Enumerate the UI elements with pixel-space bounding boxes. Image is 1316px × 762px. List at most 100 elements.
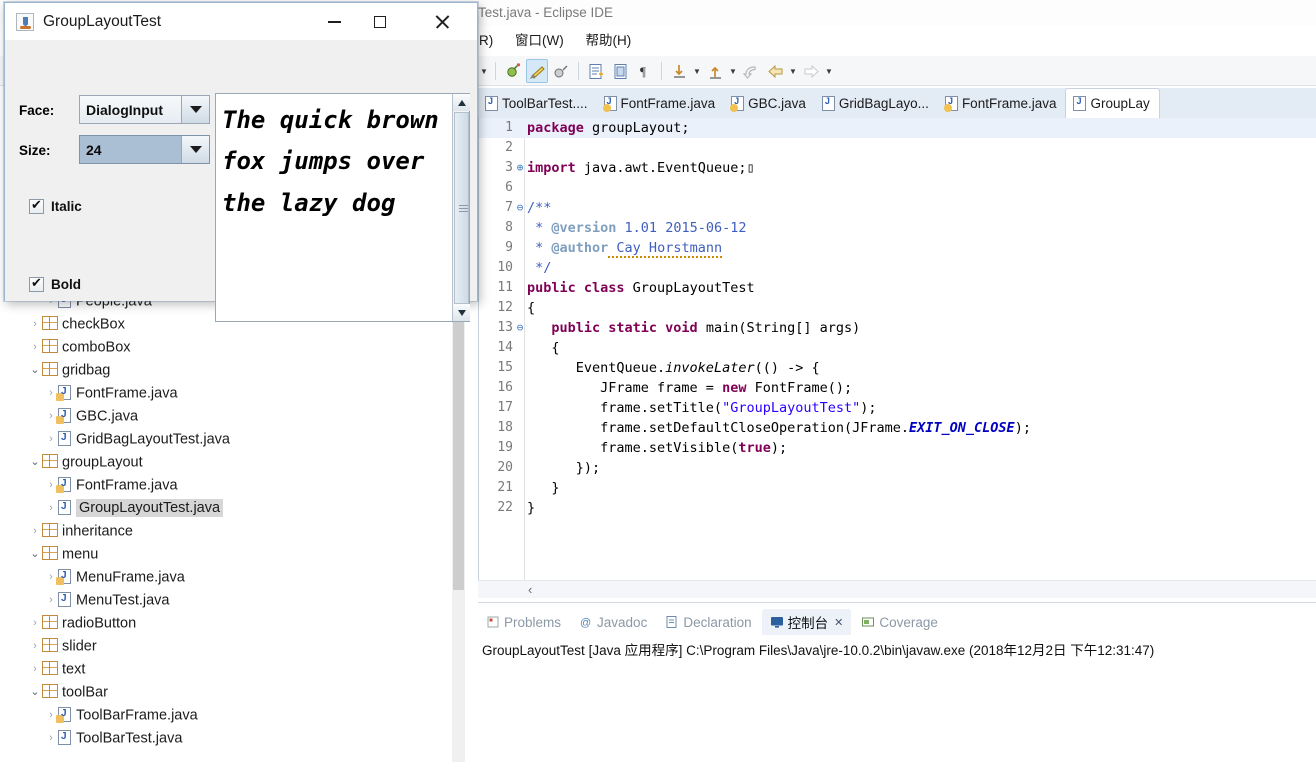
line-number: 22 [497, 500, 513, 515]
dropdown-arrow-icon[interactable]: ▼ [787, 67, 799, 76]
chevron-down-icon[interactable]: ⌄ [28, 451, 42, 474]
tree-item[interactable]: ›MenuFrame.java [0, 566, 478, 589]
fold-marker-icon[interactable]: ⊖ [515, 318, 525, 338]
console-tab[interactable]: Declaration [657, 609, 759, 635]
step-into-icon[interactable] [668, 59, 690, 83]
tree-item[interactable]: ›FontFrame.java [0, 382, 478, 405]
chevron-down-icon[interactable]: ⌄ [28, 681, 42, 704]
code-token: main(String[] args) [705, 320, 861, 336]
editor-tab[interactable]: GBC.java [724, 89, 815, 119]
chevron-right-icon[interactable]: › [44, 428, 58, 451]
chevron-right-icon[interactable]: › [28, 520, 42, 543]
tree-item[interactable]: ⌄ menu [0, 543, 478, 566]
tree-item[interactable]: ›FontFrame.java [0, 474, 478, 497]
close-icon[interactable]: ✕ [834, 616, 843, 629]
chevron-right-icon[interactable]: › [28, 658, 42, 681]
run-external-tools-icon[interactable] [550, 59, 572, 83]
chevron-right-icon[interactable]: › [28, 336, 42, 359]
tree-item[interactable]: › GridBagLayoutTest.java [0, 428, 478, 451]
console-tab[interactable]: 控制台 ✕ [761, 609, 852, 635]
tree-item[interactable]: › radioButton [0, 612, 478, 635]
editor-tab[interactable]: FontFrame.java [597, 89, 725, 119]
code-line: 17 frame.setTitle("GroupLayoutTest"); [479, 398, 1316, 418]
forward-arrow-icon[interactable] [800, 59, 822, 83]
scroll-down-icon[interactable] [453, 304, 470, 321]
console-tab[interactable]: Problems [478, 609, 569, 635]
code-token: frame.setTitle( [527, 400, 723, 416]
console-tab-label: Declaration [683, 614, 752, 630]
bold-checkbox[interactable]: Bold [29, 275, 81, 292]
face-combobox-value: DialogInput [80, 96, 181, 123]
code-editor[interactable]: 1 package groupLayout; 2 3 ⊕ import java.awt.… [478, 118, 1316, 580]
paragraph-icon[interactable]: ¶ [633, 59, 655, 83]
console-output-line: GroupLayoutTest [Java 应用程序] C:\Program F… [482, 643, 1155, 658]
scroll-left-icon[interactable]: ‹ [528, 582, 532, 597]
tree-item[interactable]: › GroupLayoutTest.java [0, 497, 478, 520]
face-combobox[interactable]: DialogInput [79, 95, 210, 124]
sample-text: The quick brown fox jumps over the lazy … [222, 106, 439, 217]
editor-tab[interactable]: ToolBarTest.... [478, 89, 597, 119]
tree-item[interactable]: ⌄ groupLayout [0, 451, 478, 474]
chevron-down-icon[interactable]: ⌄ [28, 543, 42, 566]
tree-item-label: comboBox [62, 339, 131, 356]
fold-marker-icon[interactable]: ⊖ [515, 198, 525, 218]
editor-tab[interactable]: GroupLay [1065, 88, 1160, 118]
tree-item[interactable]: ›ToolBarFrame.java [0, 704, 478, 727]
tree-item[interactable]: ⌄ gridbag [0, 359, 478, 382]
chevron-down-icon[interactable] [181, 136, 209, 163]
size-combobox[interactable]: 24 [79, 135, 210, 164]
editor-tab[interactable]: FontFrame.java [938, 89, 1066, 119]
tree-item[interactable]: ›GBC.java [0, 405, 478, 428]
tree-item[interactable]: › ToolBarTest.java [0, 727, 478, 750]
editor-tab[interactable]: GridBagLayo... [815, 89, 938, 119]
chevron-down-icon[interactable] [181, 96, 209, 123]
fold-marker-icon[interactable]: ⊕ [515, 158, 525, 178]
tree-item-label: gridbag [62, 362, 111, 379]
console-tab[interactable]: Coverage [853, 609, 946, 635]
back-arrow-icon[interactable] [764, 59, 786, 83]
run-icon[interactable] [526, 59, 548, 83]
dropdown-arrow-icon[interactable]: ▼ [727, 67, 739, 76]
chevron-right-icon[interactable]: › [28, 313, 42, 336]
step-return-icon[interactable] [704, 59, 726, 83]
italic-checkbox[interactable]: Italic [29, 197, 82, 214]
tree-item[interactable]: › comboBox [0, 336, 478, 359]
scroll-up-icon[interactable] [453, 94, 470, 111]
size-label: Size: [19, 143, 51, 158]
tree-item[interactable]: › inheritance [0, 520, 478, 543]
dropdown-arrow-icon[interactable]: ▼ [823, 67, 835, 76]
debug-icon[interactable] [502, 59, 524, 83]
line-number: 17 [497, 400, 513, 415]
tree-item-label: ToolBarTest.java [76, 730, 183, 747]
tree-item-label: FontFrame.java [76, 477, 178, 494]
minimize-button[interactable] [311, 3, 357, 41]
package-icon [42, 523, 58, 538]
chevron-right-icon[interactable]: › [44, 727, 58, 750]
editor-horizontal-scrollbar[interactable]: ‹ [478, 580, 1316, 598]
tree-item[interactable]: › text [0, 658, 478, 681]
java-file-icon [602, 96, 617, 112]
close-button[interactable] [419, 3, 465, 41]
tree-item[interactable]: ⌄ toolBar [0, 681, 478, 704]
code-token: }); [527, 460, 601, 476]
menu-item-window[interactable]: 窗口(W) [506, 28, 573, 54]
console-tab-label: Coverage [879, 614, 938, 630]
chevron-right-icon[interactable]: › [44, 589, 58, 612]
tree-item[interactable]: › MenuTest.java [0, 589, 478, 612]
chevron-right-icon[interactable]: › [44, 497, 58, 520]
chevron-down-icon[interactable]: ⌄ [28, 359, 42, 382]
dropdown-arrow-icon[interactable]: ▼ [478, 67, 490, 76]
tree-item[interactable]: › slider [0, 635, 478, 658]
console-tab[interactable]: @ Javadoc [571, 609, 655, 635]
open-type-icon[interactable] [609, 59, 631, 83]
back-history-icon[interactable] [740, 59, 762, 83]
scrollbar-thumb[interactable] [454, 112, 469, 304]
maximize-button[interactable] [357, 3, 403, 41]
menu-item-help[interactable]: 帮助(H) [577, 28, 641, 54]
chevron-right-icon[interactable]: › [28, 612, 42, 635]
chevron-right-icon[interactable]: › [28, 635, 42, 658]
sample-vertical-scrollbar[interactable] [452, 94, 470, 321]
dropdown-arrow-icon[interactable]: ▼ [691, 67, 703, 76]
console-tab-label: Problems [504, 614, 562, 630]
new-java-class-icon[interactable] [585, 59, 607, 83]
